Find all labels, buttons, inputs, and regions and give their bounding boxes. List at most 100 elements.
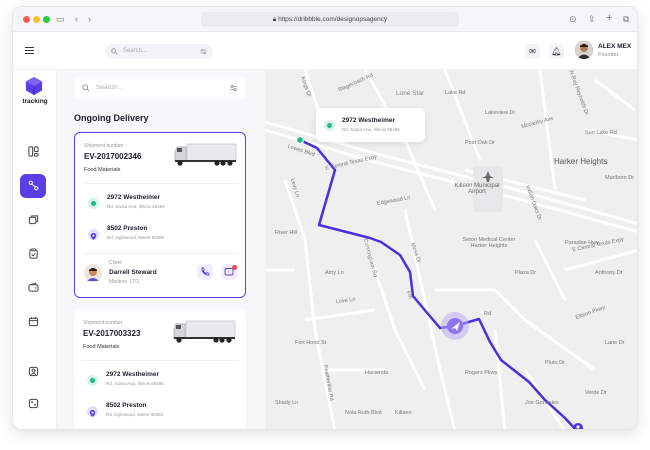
sidebar-item-dashboard[interactable] bbox=[20, 140, 46, 164]
map-label-river-hill: River Hill bbox=[275, 230, 297, 236]
bell-icon[interactable]: 🔔︎ bbox=[549, 44, 564, 59]
divider bbox=[83, 183, 239, 184]
search-icon bbox=[82, 84, 90, 92]
route-map[interactable]: 2972 Westheimer Rd. Santa Ana, Illinois … bbox=[265, 70, 637, 429]
client-company: Marlene, LTD bbox=[109, 279, 139, 285]
origin-address-detail: Rd. Santa Ana, Illinois 85486 bbox=[107, 204, 165, 209]
origin-tooltip: 2972 Westheimer Rd. Santa Ana, Illinois … bbox=[316, 108, 425, 142]
user-avatar[interactable] bbox=[575, 41, 593, 59]
map-label-joe-gonzales: Joe Gonzales bbox=[525, 400, 559, 406]
destination-address-detail: Rd. Inglewood, Maine 98380 bbox=[106, 412, 164, 417]
brand-name: tracking bbox=[22, 98, 48, 105]
truck-image bbox=[174, 143, 237, 166]
user-photo bbox=[575, 41, 593, 59]
call-button[interactable] bbox=[197, 264, 213, 280]
map-label-harker-heights: Harker Heights bbox=[554, 157, 608, 166]
delivery-panel: Search... Ongoing Delivery Shipment numb… bbox=[57, 70, 265, 429]
tooltip-title: 2972 Westheimer bbox=[342, 117, 395, 124]
map-label-anthony: Anthony Dr bbox=[595, 270, 623, 276]
destination-pin-icon bbox=[87, 406, 98, 417]
delivery-search-placeholder: Search... bbox=[96, 84, 123, 91]
app-header: Search... ✉ 🔔︎ ALEX MEX Founder bbox=[13, 32, 637, 70]
settings-icon bbox=[28, 398, 38, 409]
sidebar: tracking bbox=[13, 70, 57, 429]
shipment-category: Food Materials bbox=[83, 344, 120, 350]
minimize-window-button[interactable] bbox=[33, 16, 40, 23]
truck-image bbox=[173, 320, 236, 343]
unread-dot bbox=[232, 265, 237, 270]
sidebar-item-packages[interactable] bbox=[20, 208, 46, 232]
header-search-placeholder: Search... bbox=[123, 48, 148, 54]
filter-icon[interactable] bbox=[200, 48, 207, 55]
sidebar-item-profile[interactable] bbox=[20, 360, 46, 384]
map-label-fort-hood: Fort Hood St bbox=[295, 340, 327, 346]
new-tab-icon[interactable]: + bbox=[606, 12, 612, 24]
client-name: Darrell Steward bbox=[109, 269, 157, 276]
menu-icon[interactable] bbox=[25, 47, 34, 54]
map-label-paradise: Paradise Hwy bbox=[565, 240, 599, 246]
sidebar-item-calendar[interactable] bbox=[20, 310, 46, 334]
destination-address: 8502 Preston bbox=[106, 402, 147, 409]
map-label-plaza: Plaza Dr bbox=[515, 270, 537, 276]
address-bar-url: https://dribbble.com/designopsagency bbox=[278, 16, 388, 23]
route-icon bbox=[28, 180, 38, 191]
origin-pin-icon bbox=[87, 375, 98, 386]
filter-icon[interactable] bbox=[229, 84, 238, 92]
map-label-rd: Rd bbox=[484, 311, 492, 317]
search-icon bbox=[111, 48, 118, 55]
sidebar-item-route[interactable] bbox=[20, 174, 46, 198]
share-icon[interactable]: ⇪ bbox=[588, 13, 596, 25]
shipment-label: Shipment number bbox=[84, 143, 124, 149]
client-label: Client bbox=[109, 260, 122, 266]
address-bar[interactable]: 🔒︎ https://dribbble.com/designopsagency bbox=[201, 12, 459, 27]
message-button[interactable] bbox=[221, 264, 237, 280]
zoom-window-button[interactable] bbox=[43, 16, 50, 23]
tab-overview-icon[interactable]: ⧉ bbox=[623, 13, 629, 25]
divider bbox=[83, 253, 239, 254]
shipment-label: Shipment number bbox=[83, 320, 123, 326]
wallet-icon bbox=[27, 282, 39, 292]
map-label-hacienda: Hacienda bbox=[365, 370, 389, 376]
origin-marker[interactable] bbox=[295, 135, 305, 145]
divider bbox=[82, 360, 238, 361]
header-search-input[interactable]: Search... bbox=[105, 44, 213, 59]
delivery-card[interactable]: Shipment number EV-2017002346 Food Mater… bbox=[74, 132, 246, 298]
map-label-pluto: Pluto Dr bbox=[545, 360, 565, 366]
browser-window: ▭ ‹ › ◎ 🔒︎ https://dribbble.com/designop… bbox=[12, 6, 638, 430]
back-icon[interactable]: ‹ bbox=[75, 13, 78, 25]
browser-toolbar: ▭ ‹ › ◎ 🔒︎ https://dribbble.com/designop… bbox=[13, 7, 637, 32]
map-label-post-oak: Post Oak Dr bbox=[465, 140, 495, 146]
destination-address-detail: Rd. Inglewood, Maine 98380 bbox=[107, 235, 165, 240]
delivery-search-input[interactable]: Search... bbox=[74, 78, 246, 98]
dashboard-icon bbox=[27, 146, 39, 157]
map-label-lake-rd: Lake Rd bbox=[445, 90, 466, 96]
delivery-card[interactable]: Shipment number EV-2017003323 Food Mater… bbox=[74, 310, 246, 429]
map-label-nola-ruth: Nola Ruth Blvd bbox=[345, 410, 382, 416]
close-window-button[interactable] bbox=[23, 16, 30, 23]
sidebar-item-wallet[interactable] bbox=[20, 276, 46, 300]
map-label-amy: Amy Ln bbox=[325, 270, 344, 276]
map-label-medical-center: Seton Medical Center Harker Heights bbox=[462, 237, 516, 249]
origin-address: 2972 Westheimer bbox=[107, 194, 160, 201]
client-avatar[interactable] bbox=[84, 264, 102, 282]
download-icon[interactable]: ⊙ bbox=[569, 13, 577, 25]
sidebar-item-settings[interactable] bbox=[20, 392, 46, 416]
destination-pin-icon bbox=[88, 229, 99, 240]
mail-icon[interactable]: ✉ bbox=[525, 44, 540, 59]
tooltip-subtitle: Rd. Santa Ana, Illinois 85486 bbox=[342, 127, 400, 132]
forward-icon[interactable]: › bbox=[88, 13, 91, 25]
map-label-sun-lake: Sun Lake Rd bbox=[585, 130, 617, 136]
map-label-killeen: Killeen bbox=[395, 410, 412, 416]
map-label-lakeview: Lakeview Dr bbox=[485, 110, 516, 116]
map-label-airport: Killeen Municipal Airport bbox=[454, 183, 500, 195]
user-role: Founder bbox=[598, 52, 619, 58]
origin-pin-icon bbox=[88, 198, 99, 209]
shipment-number: EV-2017002346 bbox=[84, 152, 142, 161]
sidebar-toggle-icon[interactable]: ▭ bbox=[56, 13, 65, 25]
calendar-icon bbox=[28, 316, 38, 327]
map-label-verde: Verde Dr bbox=[585, 390, 607, 396]
sidebar-item-orders[interactable] bbox=[20, 242, 46, 266]
phone-icon bbox=[201, 267, 210, 276]
brand-logo-icon[interactable] bbox=[25, 76, 43, 96]
map-label-rogers: Rogers Pkwy bbox=[465, 370, 498, 376]
